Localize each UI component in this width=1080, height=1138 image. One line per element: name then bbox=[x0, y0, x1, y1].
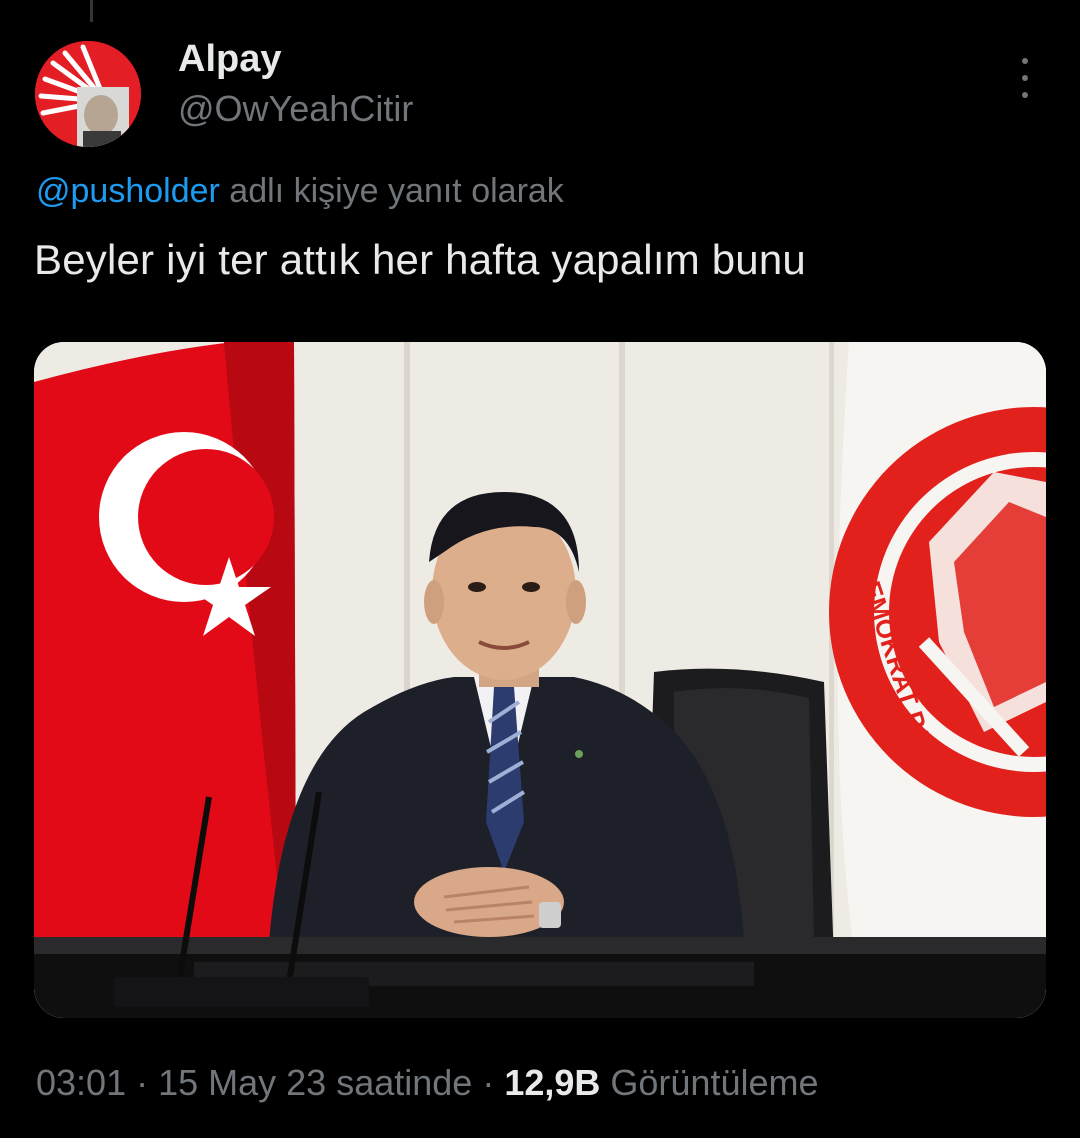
tweet[interactable]: Alpay @OwYeahCitir @pusholder adlı kişiy… bbox=[0, 0, 1080, 1138]
reply-context: @pusholder adlı kişiye yanıt olarak bbox=[36, 172, 564, 211]
display-name[interactable]: Alpay bbox=[178, 38, 281, 81]
views-label: Görüntüleme bbox=[600, 1062, 819, 1103]
thread-line bbox=[90, 0, 93, 22]
tweet-text: Beyler iyi ter attık her hafta yapalım b… bbox=[34, 236, 806, 283]
tweet-metadata: 03:01 · 15 May 23 saatinde · 12,9B Görün… bbox=[36, 1062, 819, 1104]
more-options-icon[interactable] bbox=[1010, 58, 1040, 98]
tweet-time[interactable]: 03:01 bbox=[36, 1062, 126, 1103]
views-count[interactable]: 12,9B bbox=[504, 1062, 600, 1103]
avatar[interactable] bbox=[35, 41, 141, 147]
reply-context-text: adlı kişiye yanıt olarak bbox=[219, 172, 564, 210]
tweet-date[interactable]: 15 May 23 saatinde bbox=[158, 1062, 472, 1103]
meta-separator: · bbox=[472, 1062, 505, 1103]
user-handle[interactable]: @OwYeahCitir bbox=[178, 88, 413, 130]
tweet-photo[interactable]: DEMOKRAT PARTİ bbox=[34, 342, 1046, 1018]
avatar-image bbox=[35, 41, 141, 147]
photo-illustration: DEMOKRAT PARTİ bbox=[34, 342, 1046, 1018]
reply-mention-link[interactable]: @pusholder bbox=[36, 172, 220, 210]
meta-separator: · bbox=[126, 1062, 159, 1103]
